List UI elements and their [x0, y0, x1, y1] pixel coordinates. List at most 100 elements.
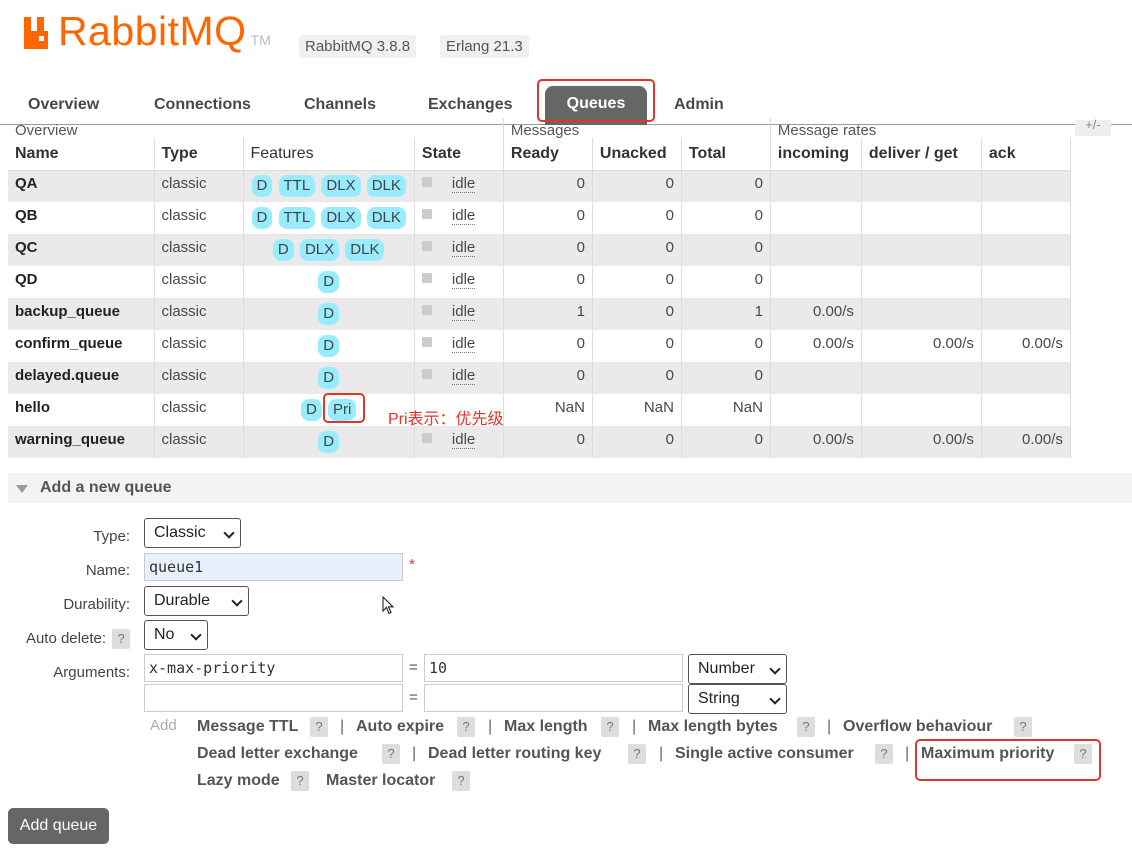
mouse-pointer-icon	[382, 596, 395, 615]
queue-total: 0	[681, 266, 771, 299]
queue-type-select[interactable]: Classic	[144, 518, 241, 548]
table-row[interactable]: QD classic Didle 0 0 0	[8, 266, 1071, 299]
column-header-ack[interactable]: ack	[981, 138, 1071, 171]
auto-delete-value: No	[154, 626, 175, 643]
queue-type: classic	[154, 170, 244, 203]
queue-type: classic	[154, 394, 244, 427]
queue-name-link[interactable]: delayed.queue	[8, 362, 155, 395]
tab-overview[interactable]: Overview	[28, 96, 99, 114]
table-row[interactable]: QB classic D TTL DLX DLK idle 0 0 0	[8, 202, 1071, 235]
dead-letter-exchange-help-icon[interactable]: ?	[382, 744, 400, 764]
group-header-message-rates: Message rates	[777, 122, 877, 138]
arg-link-master-locator[interactable]: Master locator	[326, 772, 435, 790]
type-label: Type:	[93, 528, 130, 545]
column-header-name[interactable]: Name	[8, 138, 155, 171]
queue-incoming-rate	[770, 234, 862, 267]
feature-badge: DLX	[321, 174, 361, 197]
queue-name-link[interactable]: QB	[8, 202, 155, 235]
max-length-bytes-help-icon[interactable]: ?	[797, 717, 815, 737]
table-row[interactable]: hello classic D Pri NaN NaN NaN	[8, 394, 1071, 427]
message-ttl-help-icon[interactable]: ?	[310, 717, 328, 737]
queue-state: idle	[414, 266, 504, 299]
add-queue-section-header[interactable]: Add a new queue	[8, 473, 1132, 503]
queue-name-input[interactable]: queue1	[144, 553, 403, 581]
table-row[interactable]: QA classic D TTL DLX DLK idle 0 0 0	[8, 170, 1071, 203]
arg-link-dead-letter-routing-key[interactable]: Dead letter routing key	[428, 745, 601, 763]
column-header-ready[interactable]: Ready	[503, 138, 593, 171]
chevron-down-icon	[223, 527, 235, 539]
arg-link-overflow-behaviour[interactable]: Overflow behaviour	[843, 718, 992, 736]
queue-name-link[interactable]: QC	[8, 234, 155, 267]
tab-exchanges[interactable]: Exchanges	[428, 96, 512, 114]
queue-name-link[interactable]: hello	[8, 394, 155, 427]
queue-incoming-rate	[770, 170, 862, 203]
state-indicator-icon	[421, 272, 432, 283]
tab-connections[interactable]: Connections	[154, 96, 251, 114]
durability-select[interactable]: Durable	[144, 586, 249, 616]
arg-link-message-ttl[interactable]: Message TTL	[197, 718, 298, 736]
queue-state: idle	[414, 170, 504, 203]
column-header-deliver-get[interactable]: deliver / get	[861, 138, 982, 171]
feature-badge: DLX	[299, 238, 340, 261]
equals-sign: =	[409, 689, 418, 706]
argument-type-select-2[interactable]: String	[688, 684, 787, 714]
argument-value-input-2[interactable]	[424, 684, 683, 712]
queue-features: D	[243, 266, 415, 299]
column-header-state[interactable]: State	[414, 138, 504, 171]
column-header-total[interactable]: Total	[681, 138, 771, 171]
auto-expire-help-icon[interactable]: ?	[457, 717, 475, 737]
arg-link-max-length-bytes[interactable]: Max length bytes	[648, 718, 778, 736]
dead-letter-routing-key-help-icon[interactable]: ?	[628, 744, 646, 764]
feature-badge: D	[301, 398, 322, 421]
auto-delete-select[interactable]: No	[144, 620, 208, 650]
column-header-incoming[interactable]: incoming	[770, 138, 862, 171]
queue-features: D	[243, 330, 415, 363]
queue-incoming-rate	[770, 202, 862, 235]
chevron-down-icon	[769, 663, 781, 675]
queue-ready: 0	[503, 330, 593, 363]
auto-delete-help-icon[interactable]: ?	[112, 629, 130, 649]
add-queue-button[interactable]: Add queue	[8, 808, 109, 844]
feature-badge: DLK	[345, 238, 385, 261]
argument-value-input-1[interactable]: 10	[424, 654, 683, 682]
table-row[interactable]: backup_queue classic Didle 1 0 1 0.00/s	[8, 298, 1071, 331]
feature-badge: DLK	[366, 174, 406, 197]
argument-key-input-2[interactable]	[144, 684, 403, 712]
column-header-type[interactable]: Type	[154, 138, 244, 171]
overflow-behaviour-help-icon[interactable]: ?	[1014, 717, 1032, 737]
auto-delete-label: Auto delete:?	[0, 629, 130, 649]
queue-features: D	[243, 298, 415, 331]
queue-ack-rate	[981, 362, 1071, 395]
queue-incoming-rate: 0.00/s	[770, 426, 862, 459]
argument-type-select-1[interactable]: Number	[688, 654, 787, 684]
arg-link-dead-letter-exchange[interactable]: Dead letter exchange	[197, 745, 358, 763]
separator: |	[827, 718, 832, 735]
queue-name-link[interactable]: QD	[8, 266, 155, 299]
queue-deliver-get-rate	[861, 170, 982, 203]
single-active-consumer-help-icon[interactable]: ?	[875, 744, 893, 764]
queue-name-link[interactable]: QA	[8, 170, 155, 203]
separator: |	[412, 745, 417, 762]
max-length-help-icon[interactable]: ?	[601, 717, 619, 737]
arg-link-max-length[interactable]: Max length	[504, 718, 588, 736]
queue-name-link[interactable]: warning_queue	[8, 426, 155, 459]
argument-key-input-1[interactable]: x-max-priority	[144, 654, 403, 682]
table-row[interactable]: QC classic D DLX DLK idle 0 0 0	[8, 234, 1071, 267]
columns-toggle-button[interactable]: +/-	[1075, 118, 1111, 136]
feature-badge: D	[272, 238, 294, 261]
master-locator-help-icon[interactable]: ?	[452, 771, 470, 791]
maximum-priority-help-icon[interactable]: ?	[1074, 744, 1092, 764]
queue-name-link[interactable]: backup_queue	[8, 298, 155, 331]
arg-link-single-active-consumer[interactable]: Single active consumer	[675, 745, 854, 763]
arg-link-auto-expire[interactable]: Auto expire	[356, 718, 444, 736]
arg-link-maximum-priority[interactable]: Maximum priority	[921, 745, 1054, 763]
arg-link-lazy-mode[interactable]: Lazy mode	[197, 772, 280, 790]
column-header-unacked[interactable]: Unacked	[592, 138, 682, 171]
tab-admin[interactable]: Admin	[674, 96, 724, 114]
lazy-mode-help-icon[interactable]: ?	[291, 771, 309, 791]
tab-channels[interactable]: Channels	[304, 96, 376, 114]
table-row[interactable]: confirm_queue classic Didle 0 0 0 0.00/s 0.00/s…	[8, 330, 1071, 363]
table-row[interactable]: warning_queue classic Didle 0 0 0 0.00/s 0.00/s…	[8, 426, 1071, 459]
queue-name-link[interactable]: confirm_queue	[8, 330, 155, 363]
table-row[interactable]: delayed.queue classic Didle 0 0 0	[8, 362, 1071, 395]
